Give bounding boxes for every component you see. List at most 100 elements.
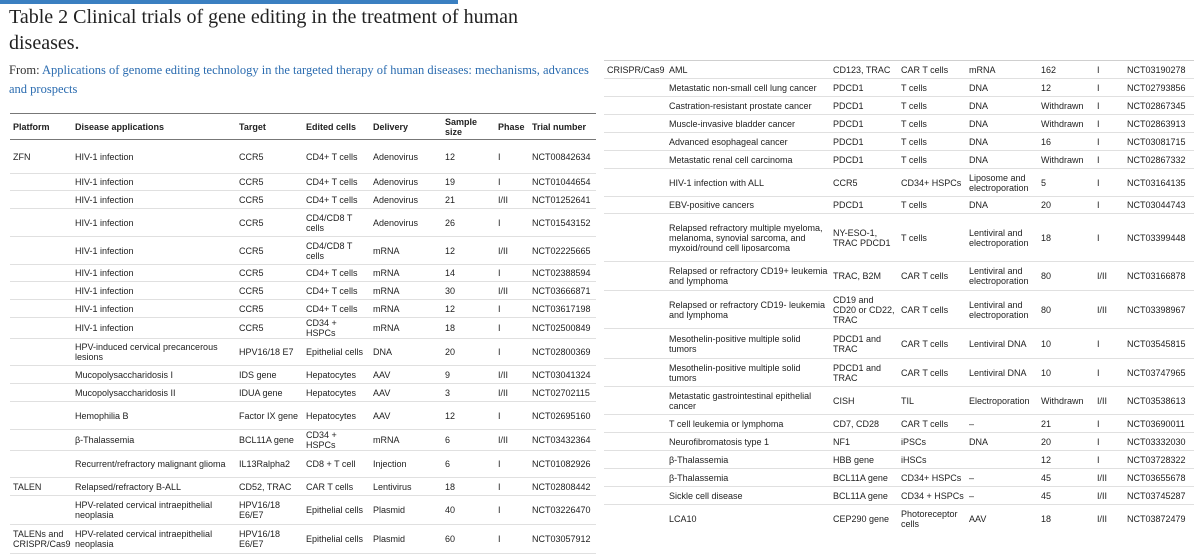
cell-sample-size: 80 (1038, 261, 1094, 291)
cell-delivery: mRNA (370, 281, 442, 300)
cell-disease: HIV-1 infection (72, 139, 236, 174)
cell-target: CCR5 (236, 208, 303, 237)
cell-sample-size: 18 (442, 477, 495, 496)
cell-edited-cells: CAR T cells (898, 358, 966, 387)
cell-target: TRAC, B2M (830, 261, 898, 291)
col-header-target: Target (236, 113, 303, 140)
cell-phase: I (495, 208, 529, 237)
table-row: HIV-1 infection CCR5 CD4/CD8 T cells Adenov… (10, 208, 596, 237)
cell-edited-cells: CD4+ T cells (303, 190, 370, 209)
cell-phase: I/II (495, 365, 529, 384)
cell-delivery: Lentivirus (370, 477, 442, 496)
cell-sample-size: 12 (442, 236, 495, 265)
cell-platform (604, 114, 666, 133)
cell-edited-cells: CD4+ T cells (303, 281, 370, 300)
right-table-body: CRISPR/Cas9 AML CD123, TRAC CAR T cells mRNA… (604, 60, 1194, 533)
cell-target: PDCD1 (830, 150, 898, 169)
cell-delivery: Lentiviral and electroporation (966, 290, 1038, 329)
cell-trial-number: NCT03332030 (1124, 432, 1194, 451)
cell-edited-cells: CAR T cells (898, 261, 966, 291)
cell-target: CCR5 (236, 281, 303, 300)
table-row: Muscle-invasive bladder cancer PDCD1 T cel… (604, 114, 1194, 133)
cell-trial-number: NCT03166878 (1124, 261, 1194, 291)
cell-phase: I/II (1094, 290, 1124, 329)
table-row: Castration-resistant prostate cancer PDCD… (604, 96, 1194, 115)
cell-target: HPV16/18 E7 (236, 338, 303, 366)
cell-edited-cells: CD4/CD8 T cells (303, 236, 370, 265)
cell-platform (604, 290, 666, 329)
cell-edited-cells: T cells (898, 196, 966, 214)
cell-target: PDCD1 (830, 96, 898, 115)
cell-trial-number: NCT02867345 (1124, 96, 1194, 115)
cell-phase: I/II (495, 429, 529, 451)
cell-trial-number: NCT00842634 (529, 139, 596, 174)
cell-disease: Neurofibromatosis type 1 (666, 432, 830, 451)
cell-disease: Recurrent/refractory malignant glioma (72, 450, 236, 478)
cell-edited-cells: T cells (898, 78, 966, 97)
cell-delivery: mRNA (370, 236, 442, 265)
cell-trial-number: NCT02808442 (529, 477, 596, 496)
cell-target: CD7, CD28 (830, 414, 898, 433)
table-row: TALENs and CRISPR/Cas9 HPV-related cervic… (10, 524, 596, 554)
cell-disease: HPV-induced cervical precancerous lesion… (72, 338, 236, 366)
cell-platform (604, 504, 666, 533)
cell-target: CD52, TRAC (236, 477, 303, 496)
cell-trial-number: NCT02225665 (529, 236, 596, 265)
cell-phase: I (1094, 450, 1124, 469)
cell-disease: HIV-1 infection (72, 281, 236, 300)
cell-sample-size: 10 (1038, 358, 1094, 387)
cell-phase: I (495, 477, 529, 496)
cell-target: CCR5 (236, 317, 303, 339)
cell-disease: Castration-resistant prostate cancer (666, 96, 830, 115)
cell-trial-number: NCT03398967 (1124, 290, 1194, 329)
source-article-link[interactable]: Applications of genome editing technolog… (9, 63, 589, 96)
table-row: HIV-1 infection CCR5 CD4+ T cells Adenoviru… (10, 173, 596, 191)
cell-disease: Metastatic non-small cell lung cancer (666, 78, 830, 97)
cell-edited-cells: TIL (898, 386, 966, 415)
cell-delivery: Lentiviral DNA (966, 328, 1038, 359)
cell-trial-number: NCT03057912 (529, 524, 596, 554)
cell-platform: TALEN (10, 477, 72, 496)
cell-trial-number: NCT01543152 (529, 208, 596, 237)
cell-target: Factor IX gene (236, 401, 303, 430)
cell-sample-size: 16 (1038, 132, 1094, 151)
cell-platform (10, 190, 72, 209)
cell-sample-size: 18 (1038, 213, 1094, 262)
cell-phase: I (495, 450, 529, 478)
cell-disease: HIV-1 infection with ALL (666, 168, 830, 197)
cell-delivery: mRNA (370, 299, 442, 318)
cell-disease: β-Thalassemia (72, 429, 236, 451)
cell-platform (604, 150, 666, 169)
cell-sample-size: 26 (442, 208, 495, 237)
cell-trial-number: NCT02388594 (529, 264, 596, 282)
table-row: HIV-1 infection CCR5 CD34 + HSPCs mRNA 18 I NC… (10, 317, 596, 339)
cell-target: PDCD1 and TRAC (830, 328, 898, 359)
cell-trial-number: NCT03190278 (1124, 60, 1194, 79)
cell-disease: HPV-related cervical intraepithelial neo… (72, 495, 236, 525)
cell-phase: I (1094, 78, 1124, 97)
table-row: CRISPR/Cas9 AML CD123, TRAC CAR T cells mRNA… (604, 60, 1194, 79)
cell-sample-size: 5 (1038, 168, 1094, 197)
cell-target: HPV16/18 E6/E7 (236, 524, 303, 554)
cell-delivery: AAV (370, 365, 442, 384)
cell-target: CEP290 gene (830, 504, 898, 533)
cell-disease: Sickle cell disease (666, 486, 830, 505)
table-row: Relapsed or refractory CD19- leukemia an… (604, 290, 1194, 329)
cell-delivery: – (966, 468, 1038, 487)
cell-target: PDCD1 and TRAC (830, 358, 898, 387)
cell-trial-number: NCT03044743 (1124, 196, 1194, 214)
cell-platform (10, 173, 72, 191)
cell-edited-cells: CAR T cells (898, 328, 966, 359)
cell-platform (10, 450, 72, 478)
cell-platform (10, 281, 72, 300)
cell-platform (10, 236, 72, 265)
cell-edited-cells: Photoreceptor cells (898, 504, 966, 533)
col-header-trial-number: Trial number (529, 113, 596, 140)
cell-platform (604, 358, 666, 387)
table-row: Advanced esophageal cancer PDCD1 T cells DN… (604, 132, 1194, 151)
table-row: EBV-positive cancers PDCD1 T cells DNA 20 I NC… (604, 196, 1194, 214)
table-row: LCA10 CEP290 gene Photoreceptor cells AAV 18… (604, 504, 1194, 533)
cell-platform (10, 208, 72, 237)
cell-phase: I (1094, 414, 1124, 433)
col-header-sample-size: Sample size (442, 113, 495, 140)
